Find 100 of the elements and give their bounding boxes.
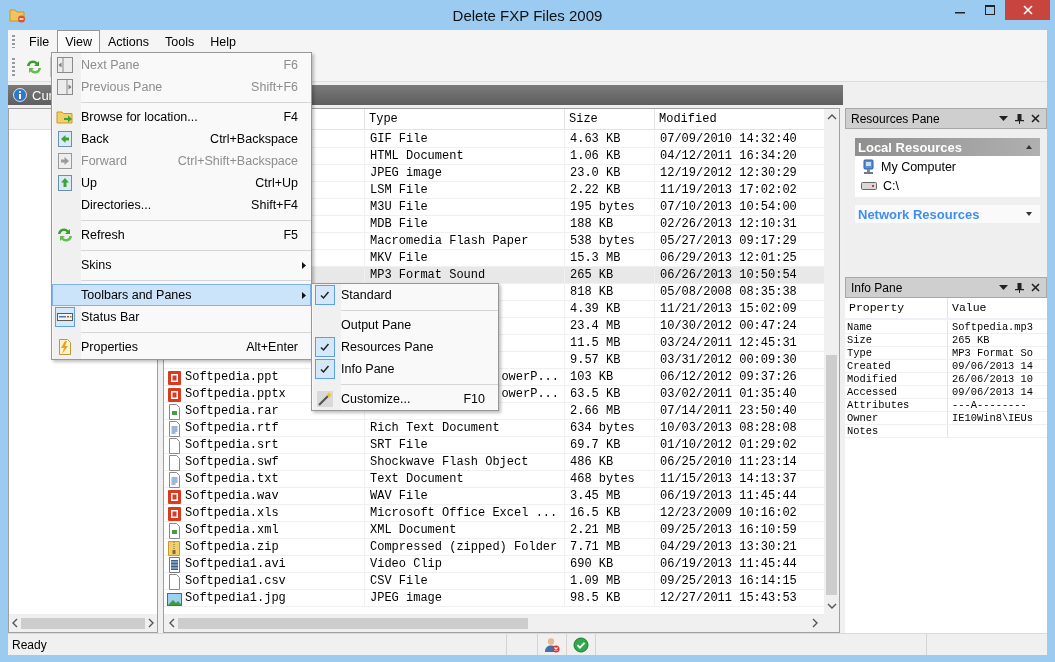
close-icon[interactable] (1031, 114, 1040, 123)
menu-item[interactable]: Actions (100, 30, 158, 53)
shortcut-label: F10 (463, 392, 485, 406)
table-cell: 486 KB (564, 454, 654, 471)
table-cell: 4.63 KB (564, 131, 654, 148)
table-cell-text: Type (846, 347, 873, 359)
file-name: Softpedia1.jpg (185, 590, 286, 607)
dropdown-icon[interactable] (999, 284, 1008, 291)
menu-item[interactable]: Tools (157, 30, 203, 53)
menu-item[interactable]: Help (202, 30, 244, 53)
scroll-left-icon[interactable] (168, 618, 176, 628)
table-cell: 16.5 KB (564, 505, 654, 522)
column-header[interactable]: Size (564, 109, 654, 129)
window-title: Delete FXP Files 2009 (452, 7, 603, 24)
table-cell: 103 KB (564, 369, 654, 386)
file-name: Softpedia.ppt (185, 369, 279, 386)
menu-item[interactable]: Browse for location... F4 (52, 106, 311, 128)
table-cell-text: Notes (846, 425, 880, 437)
table-cell-text: Modified (846, 373, 898, 385)
file-row[interactable]: Softpedia.txt Text Document 468 bytes 11/15/2013 14:13:37 (164, 471, 824, 488)
close-icon[interactable] (1031, 283, 1040, 292)
file-name: Softpedia.wav (185, 488, 279, 505)
tree-item[interactable]: My Computer (881, 160, 957, 174)
properties-icon (56, 338, 74, 356)
menu-item[interactable]: Output Pane (312, 314, 498, 336)
pin-icon[interactable] (1015, 113, 1024, 124)
shortcut-label: Ctrl+Backspace (210, 132, 298, 146)
scrollbar-thumb[interactable] (178, 617, 528, 629)
file-icon (166, 471, 183, 488)
submenu-arrow-icon (301, 260, 307, 270)
column-header[interactable]: Value (947, 298, 1047, 318)
pin-icon[interactable] (1015, 282, 1024, 293)
table-cell: MP3 Format So (947, 347, 1047, 359)
table-cell: 11.5 MB (564, 335, 654, 352)
table-cell: 26/06/2013 10 (947, 373, 1047, 385)
file-icon (166, 420, 183, 437)
file-row[interactable]: Softpedia.wav WAV File 3.45 MB 06/19/2013 11:45:44 (164, 488, 824, 505)
group-title: Network Resources (858, 206, 981, 222)
file-row[interactable]: Softpedia.rtf Rich Text Document 634 bytes 10/03/2013 08:28:08 (164, 420, 824, 437)
file-name: Softpedia.rtf (185, 420, 279, 437)
file-row[interactable]: Softpedia.srt SRT File 69.7 KB 01/10/2012 01:29:02 (164, 437, 824, 454)
wand-icon (316, 390, 334, 408)
table-cell: 2.21 MB (564, 522, 654, 539)
table-cell: 09/06/2013 14 (947, 386, 1047, 398)
table-cell: 63.5 KB (564, 386, 654, 403)
table-cell: Video Clip (364, 556, 564, 573)
file-row[interactable]: Softpedia.swf Shockwave Flash Object 486 KB 06/25/2010 11:23:14 (164, 454, 824, 471)
file-row[interactable]: Softpedia.xls Microsoft Office Excel ... 16.5 KB 12/23/2009 10:16:02 (164, 505, 824, 522)
menu-item[interactable]: Toolbars and Panes (52, 284, 311, 306)
file-row[interactable]: Softpedia.zip Compressed (zipped) Folder 7.71 MB 04/29/2013 13:30:21 (164, 539, 824, 556)
scroll-right-icon[interactable] (147, 618, 155, 628)
table-cell-text: Accessed (846, 386, 898, 398)
menu-item[interactable]: Resources Pane (312, 336, 498, 358)
file-row[interactable]: Softpedia.xml XML Document 2.21 MB 09/25/2013 16:10:59 (164, 522, 824, 539)
menu-item[interactable]: View (57, 30, 101, 53)
file-icon (166, 573, 183, 590)
expand-icon[interactable] (1026, 212, 1032, 216)
location-text: Cur (32, 87, 53, 103)
table-cell: 690 KB (564, 556, 654, 573)
collapse-icon[interactable] (1026, 145, 1032, 149)
refresh-icon (25, 58, 43, 76)
scrollbar-thumb[interactable] (21, 617, 145, 629)
tree-item[interactable]: C:\ (883, 179, 899, 193)
table-cell: JPEG image (364, 165, 564, 182)
table-cell: Macromedia Flash Paper (364, 233, 564, 250)
dropdown-icon[interactable] (999, 115, 1008, 122)
menu-item[interactable]: Status Bar (52, 306, 311, 328)
table-cell: M3U File (364, 199, 564, 216)
table-cell: Microsoft Office Excel ... (364, 505, 564, 522)
table-cell-text: Size (846, 334, 873, 346)
column-header[interactable]: Type (364, 109, 564, 129)
table-cell: SRT File (364, 437, 564, 454)
file-icon (166, 522, 183, 539)
table-cell: Compressed (zipped) Folder (364, 539, 564, 556)
user-icon (544, 636, 560, 653)
table-cell: 23.4 MB (564, 318, 654, 335)
file-row[interactable]: Softpedia1.jpg JPEG image 98.5 KB 12/27/2011 15:43:53 (164, 590, 824, 607)
menu-item[interactable]: File (21, 30, 58, 53)
file-icon (166, 386, 183, 403)
file-icon (166, 454, 183, 471)
table-cell: 69.7 KB (564, 437, 654, 454)
drive-icon (861, 181, 877, 191)
table-cell: 1.06 KB (564, 148, 654, 165)
table-cell: IE10Win8\IEUs (947, 412, 1047, 424)
scrollbar-thumb[interactable] (826, 355, 837, 595)
maximize-icon[interactable] (985, 5, 995, 15)
pane-title: Info Pane (851, 280, 904, 295)
table-cell: 265 KB (947, 334, 1047, 346)
file-row[interactable]: Softpedia1.avi Video Clip 690 KB 06/19/2013 11:45:44 (164, 556, 824, 573)
shortcut-label: Shift+F6 (251, 80, 298, 94)
scroll-left-icon[interactable] (11, 618, 19, 628)
menu-item[interactable]: Properties Alt+Enter (52, 336, 311, 358)
file-row[interactable]: Softpedia1.csv CSV File 1.09 MB 09/25/2013 16:14:15 (164, 573, 824, 590)
column-header[interactable]: Property (845, 298, 947, 318)
table-cell: 3.45 MB (564, 488, 654, 505)
info-icon (13, 88, 27, 102)
menu-item[interactable]: Standard (312, 284, 498, 306)
shortcut-label: F6 (283, 58, 298, 72)
shortcut-label: F4 (283, 110, 298, 124)
scroll-right-icon[interactable] (811, 618, 819, 628)
